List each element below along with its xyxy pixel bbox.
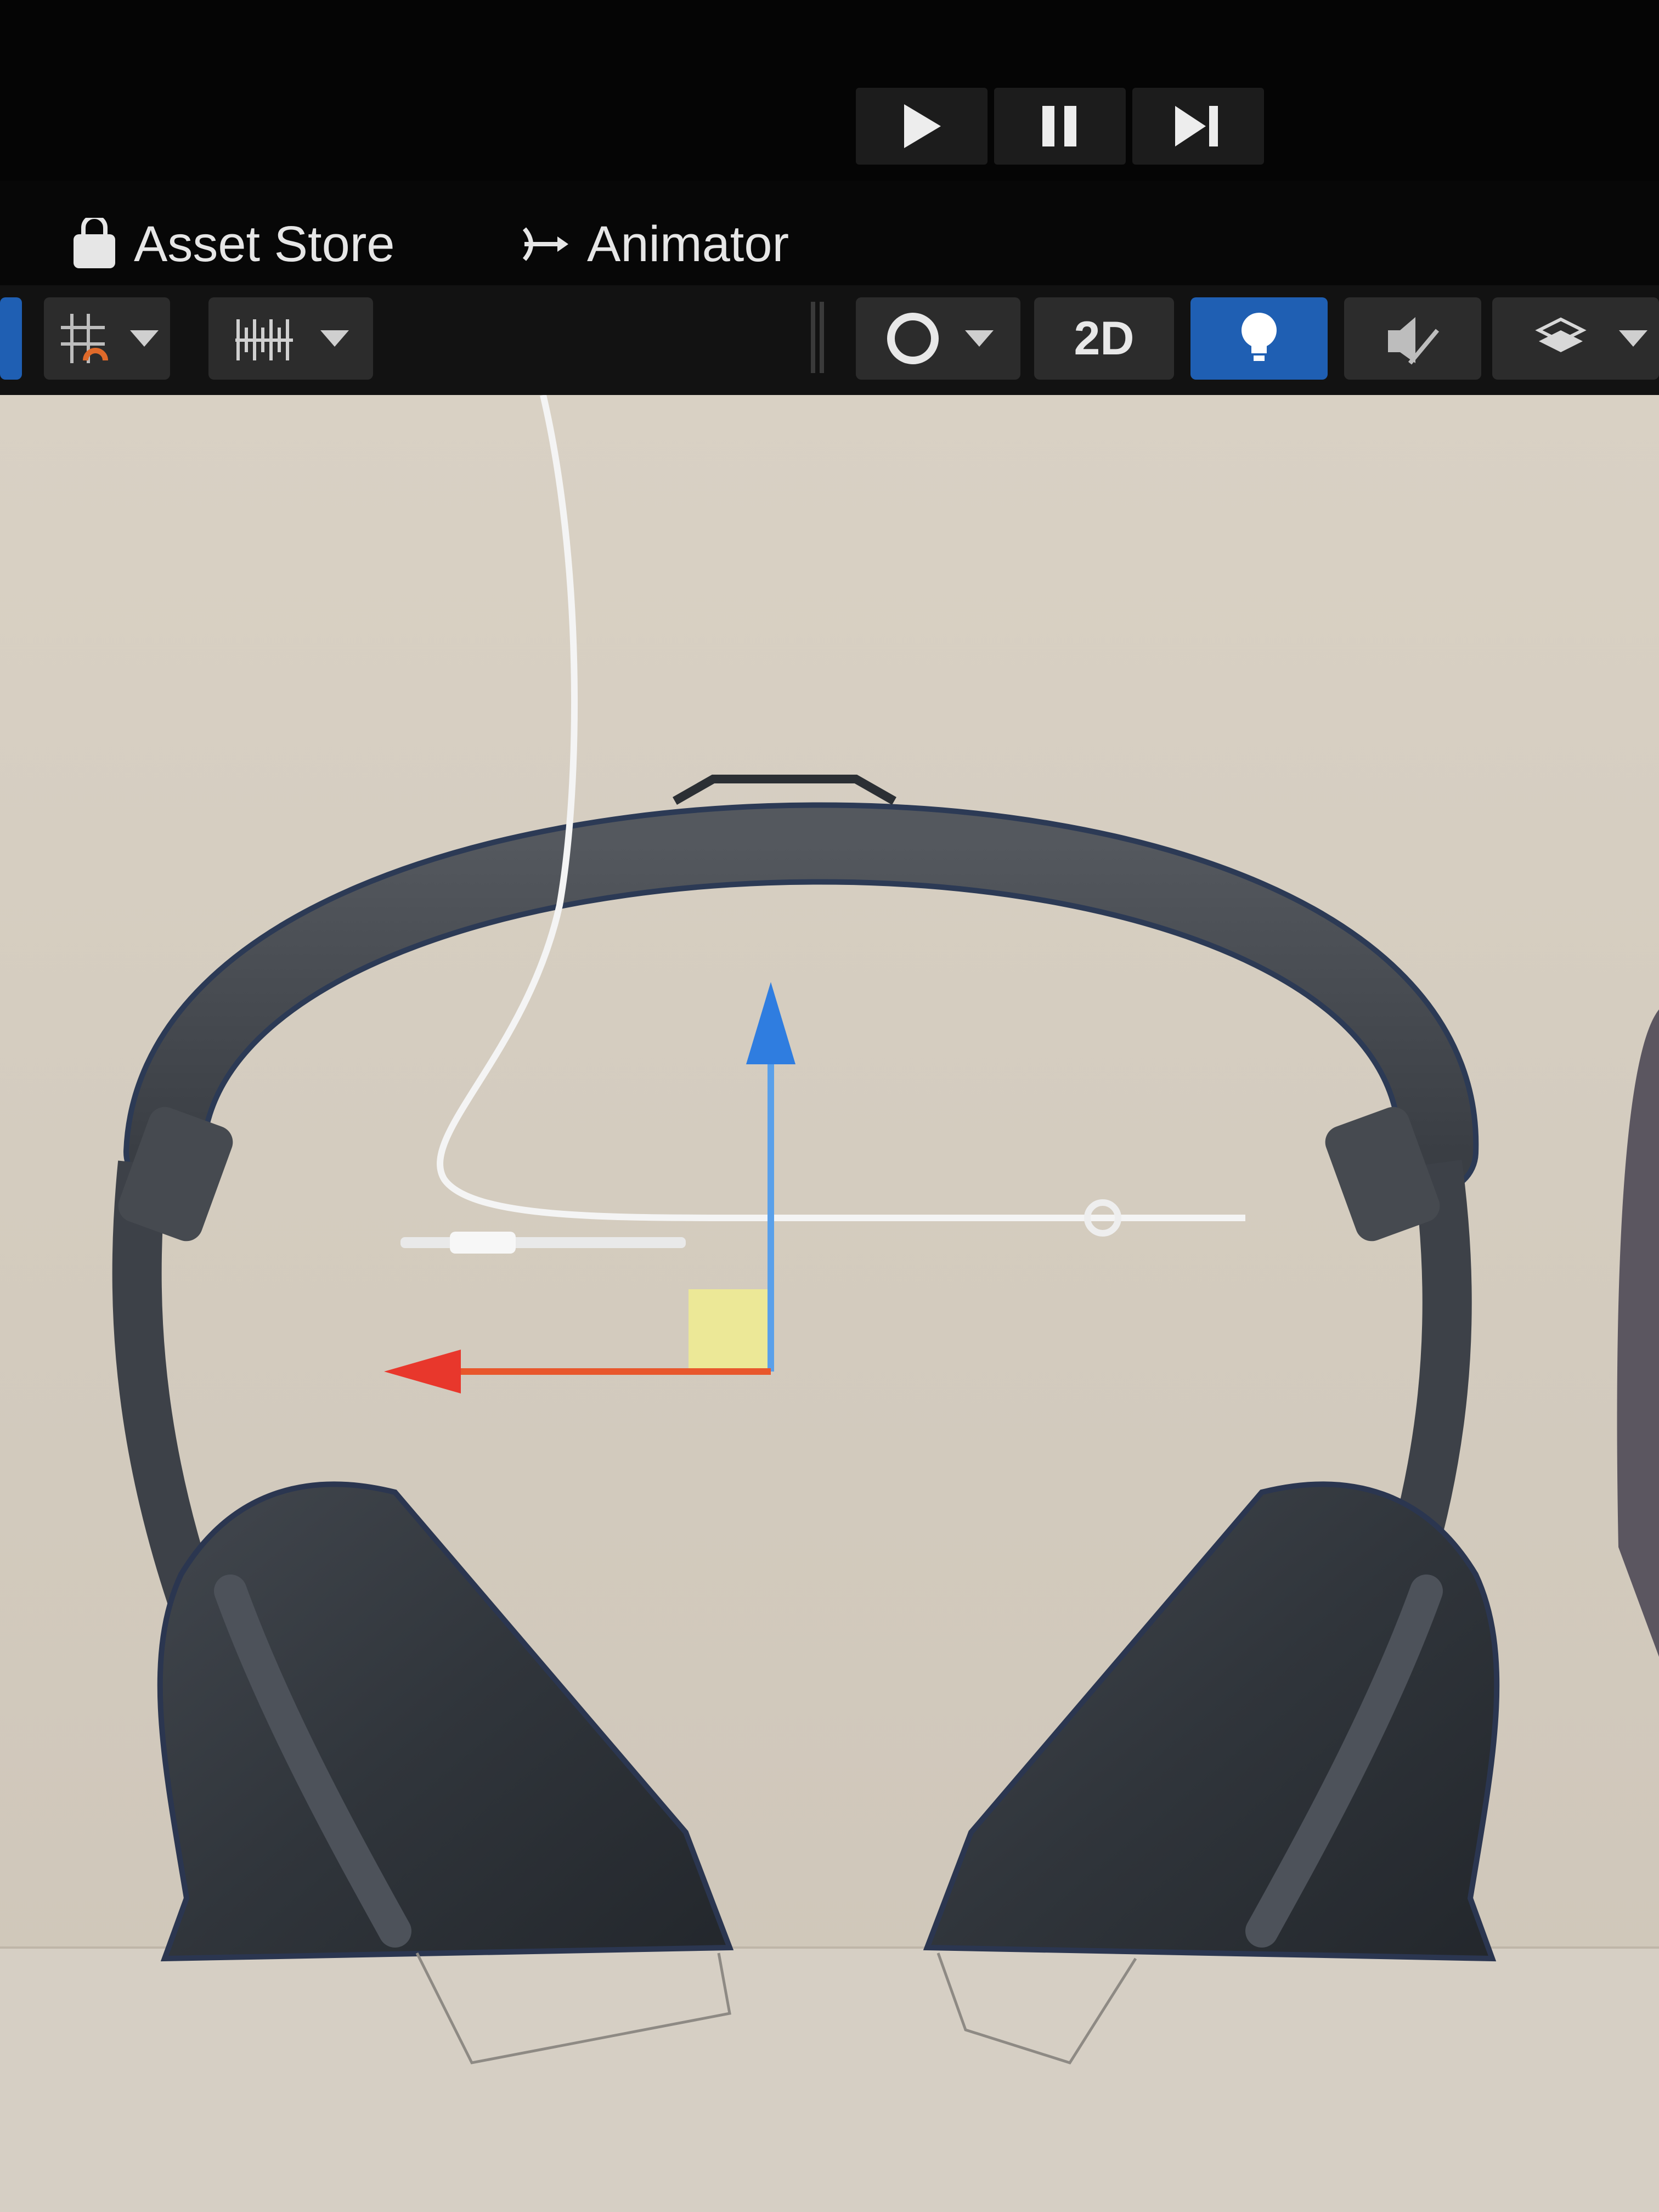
tab-animator-label: Animator (587, 216, 789, 272)
scene-toolbar: 2D (0, 285, 1659, 395)
shading-mode-dropdown[interactable] (856, 297, 1020, 380)
play-button[interactable] (856, 88, 988, 165)
toolbar-separator (811, 302, 815, 373)
chevron-down-icon (1619, 330, 1647, 347)
pause-button[interactable] (994, 88, 1126, 165)
increment-snap-button[interactable] (208, 297, 373, 380)
background-object (1617, 1009, 1659, 1657)
play-mode-bar (0, 0, 1659, 181)
tab-animator[interactable]: Animator (521, 214, 789, 274)
lighting-icon (1242, 313, 1277, 361)
transform-gizmo[interactable] (384, 982, 795, 1393)
scene-canvas[interactable] (0, 395, 1659, 2212)
animator-icon (521, 222, 571, 266)
window-tabs: Asset Store Animator (0, 181, 1659, 285)
tab-asset-store-label: Asset Store (134, 216, 395, 272)
toggle-2d-button[interactable]: 2D (1034, 297, 1174, 380)
unity-editor-window: Asset Store Animator 2D (0, 0, 1659, 2212)
headphones-model[interactable] (112, 775, 1500, 2064)
chevron-down-icon (320, 330, 349, 347)
effects-icon (1535, 317, 1587, 352)
grid-snap-button[interactable] (44, 297, 170, 380)
toolbar-separator (820, 302, 824, 373)
tab-asset-store[interactable]: Asset Store (71, 214, 395, 274)
y-axis-handle[interactable] (746, 982, 795, 1064)
toolbar-edge-dropdown[interactable] (0, 297, 22, 380)
audio-toggle-button[interactable] (1344, 297, 1481, 380)
effects-chevron-button[interactable] (1607, 297, 1659, 380)
xy-plane-handle[interactable] (689, 1289, 771, 1372)
shopping-bag-icon (71, 218, 117, 270)
audio-jack (400, 1232, 686, 1254)
grid-snap-icon (61, 314, 108, 363)
pause-icon (1042, 106, 1076, 146)
audio-icon (1388, 317, 1440, 365)
step-forward-icon (1175, 106, 1218, 146)
play-icon (904, 104, 941, 148)
ground-plane (0, 1948, 1659, 2212)
lighting-toggle-button[interactable] (1190, 297, 1328, 380)
play-controls (856, 88, 1271, 165)
increment-snap-icon (235, 319, 293, 360)
chevron-down-icon (965, 330, 994, 347)
toggle-2d-label: 2D (1074, 312, 1135, 365)
shading-mode-icon (887, 313, 939, 364)
step-button[interactable] (1132, 88, 1264, 165)
scene-view[interactable] (0, 395, 1659, 2212)
chevron-down-icon (130, 330, 159, 347)
x-axis-handle[interactable] (384, 1350, 461, 1393)
